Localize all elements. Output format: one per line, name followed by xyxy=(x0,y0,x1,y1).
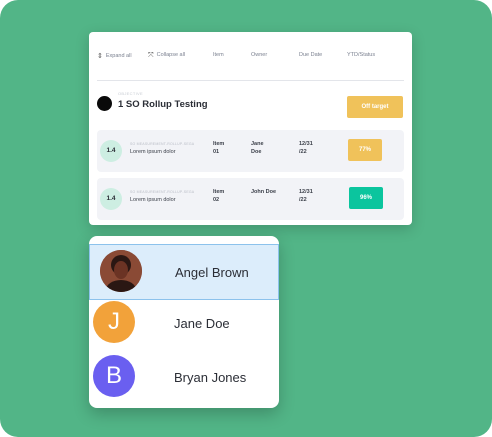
row-sublabel: SO MEASUREMENT-ROLLUP-SEGA xyxy=(130,190,195,194)
status-badge-off-target: Off target xyxy=(347,96,403,118)
person-name: Angel Brown xyxy=(175,265,249,280)
avatar-initial: B xyxy=(93,355,135,397)
avatar-initial: J xyxy=(93,301,135,343)
header-divider xyxy=(97,80,404,81)
person-name: Jane Doe xyxy=(174,316,230,331)
column-header-owner[interactable]: Owner xyxy=(251,52,267,58)
column-header-due-date[interactable]: Due Date xyxy=(299,52,322,58)
people-dropdown: Angel Brown J Jane Doe B Bryan Jones xyxy=(89,236,279,408)
collapse-all-button[interactable]: ⤧ Collapse all xyxy=(148,52,185,60)
avatar-photo xyxy=(100,250,142,292)
column-header-ytd-status[interactable]: YTD/Status xyxy=(347,52,375,58)
row-due-date: 12/31/22 xyxy=(299,141,313,155)
row-description: Lorem ipsum dolor xyxy=(130,149,176,155)
list-item-angel-brown[interactable]: Angel Brown xyxy=(89,244,279,300)
person-name: Bryan Jones xyxy=(174,370,247,385)
person-photo-icon xyxy=(100,250,142,292)
row-due-date: 12/31/22 xyxy=(299,189,313,203)
expand-icon: ⇕ xyxy=(97,53,103,60)
list-item-bryan-jones[interactable]: B Bryan Jones xyxy=(89,350,279,406)
expand-all-button[interactable]: ⇕ Expand all xyxy=(97,52,132,60)
row-owner: Jane Doe xyxy=(251,141,264,155)
status-badge: 96% xyxy=(349,187,383,209)
row-item: Item 02 xyxy=(213,189,225,203)
row-owner: John Doe xyxy=(251,189,277,195)
list-item-jane-doe[interactable]: J Jane Doe xyxy=(89,296,279,352)
root-title[interactable]: 1 SO Rollup Testing xyxy=(118,99,208,110)
status-badge: 77% xyxy=(348,139,382,161)
root-sublabel: OBJECTIVE xyxy=(118,91,143,96)
row-item: Item 01 xyxy=(213,141,225,155)
root-avatar-dot xyxy=(97,96,112,111)
row-description: Lorem ipsum dolor xyxy=(130,197,176,203)
row-number-badge: 1.4 xyxy=(100,188,122,210)
row-sublabel: SO MEASUREMENT-ROLLUP-SEGA xyxy=(130,142,195,146)
column-header-item[interactable]: Item xyxy=(213,52,224,58)
row-number-badge: 1.4 xyxy=(100,140,122,162)
collapse-icon: ⤧ xyxy=(148,52,154,59)
